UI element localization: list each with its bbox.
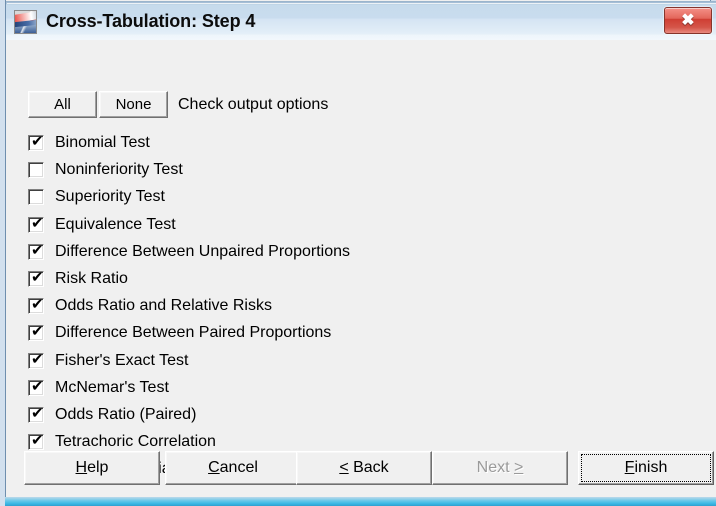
checkmark-icon: ✔ [31,431,44,450]
option-label: Noninferiority Test [55,161,183,179]
option-row[interactable]: ✔ Odds Ratio and Relative Risks [28,294,588,321]
checkmark-icon: ✔ [31,322,44,341]
finish-button-label: Finish [624,459,668,476]
option-row[interactable]: ✔ McNemar's Test [28,376,588,403]
checkmark-icon: ✔ [31,295,44,314]
window-title: Cross-Tabulation: Step 4 [46,11,256,31]
checkbox-checked-icon[interactable]: ✔ [28,431,44,451]
dialog-client-area: All None Check output options ✔ Binomial … [10,40,716,494]
checkbox-checked-icon[interactable]: ✔ [28,322,44,342]
help-button[interactable]: Help [24,451,160,485]
instruction-label: Check output options [178,96,329,113]
close-icon: ✖ [681,12,695,29]
checkbox-checked-icon[interactable]: ✔ [28,349,44,369]
checkbox-checked-icon[interactable]: ✔ [28,240,44,260]
back-button-label: < Back [339,459,389,476]
help-button-label: Help [75,459,109,476]
option-label: Odds Ratio and Relative Risks [55,297,272,315]
next-button: Next > [432,451,568,485]
dialog-window: Cross-Tabulation: Step 4 ✖ All None Chec… [0,0,716,506]
option-label: Risk Ratio [55,269,128,287]
select-all-button[interactable]: All [28,91,97,118]
next-button-label: Next > [476,459,524,476]
window-left-edge [5,0,6,506]
finish-button[interactable]: Finish [578,451,714,485]
cancel-button-label: Cancel [208,459,258,476]
checkbox-checked-icon[interactable]: ✔ [28,403,44,423]
checkbox-checked-icon[interactable]: ✔ [28,132,44,151]
select-none-button[interactable]: None [99,91,168,118]
checkmark-icon: ✔ [31,267,44,286]
option-label: Odds Ratio (Paired) [55,405,197,423]
option-label: Superiority Test [55,188,165,206]
option-row[interactable]: ✔ Equivalence Test [28,213,588,240]
select-all-label: All [54,96,71,113]
option-row[interactable]: ✔ Difference Between Unpaired Proportions [28,240,588,267]
option-row[interactable]: ✔ Risk Ratio [28,267,588,294]
title-bar[interactable]: Cross-Tabulation: Step 4 ✖ [6,1,716,40]
checkmark-icon: ✔ [31,213,44,232]
checkmark-icon: ✔ [31,403,44,422]
checkmark-icon: ✔ [31,240,44,259]
select-none-label: None [115,96,152,113]
checkmark-icon: ✔ [31,376,44,395]
checkmark-icon: ✔ [31,132,44,150]
checkmark-icon: ✔ [31,349,44,368]
checkbox-unchecked-icon[interactable]: ✔ [28,189,44,206]
checkbox-checked-icon[interactable]: ✔ [28,376,44,396]
option-row[interactable]: ✔ Superiority Test [28,185,588,212]
back-button[interactable]: < Back [296,451,432,485]
option-row[interactable]: ✔ Binomial Test [28,131,588,158]
window-glass-edge [5,497,716,506]
option-row[interactable]: ✔ Noninferiority Test [28,158,588,185]
option-label: Binomial Test [55,134,150,151]
option-label: McNemar's Test [55,378,169,396]
checkbox-unchecked-icon[interactable]: ✔ [28,162,44,179]
option-label: Difference Between Paired Proportions [55,324,332,342]
app-icon [14,10,37,34]
option-row[interactable]: ✔ Odds Ratio (Paired) [28,403,588,430]
checkbox-checked-icon[interactable]: ✔ [28,267,44,287]
option-label: Fisher's Exact Test [55,351,189,369]
option-label: Difference Between Unpaired Proportions [55,242,350,260]
title-bar-highlight [7,3,716,4]
option-label: Equivalence Test [55,215,176,233]
close-button[interactable]: ✖ [664,7,712,34]
option-row[interactable]: ✔ Difference Between Paired Proportions [28,321,588,348]
option-row[interactable]: ✔ Fisher's Exact Test [28,349,588,376]
checkbox-checked-icon[interactable]: ✔ [28,295,44,315]
cancel-button[interactable]: Cancel [165,451,301,485]
output-options-list: ✔ Binomial Test ✔ Noninferiority Test ✔ Super… [28,131,588,484]
checkbox-checked-icon[interactable]: ✔ [28,213,44,233]
